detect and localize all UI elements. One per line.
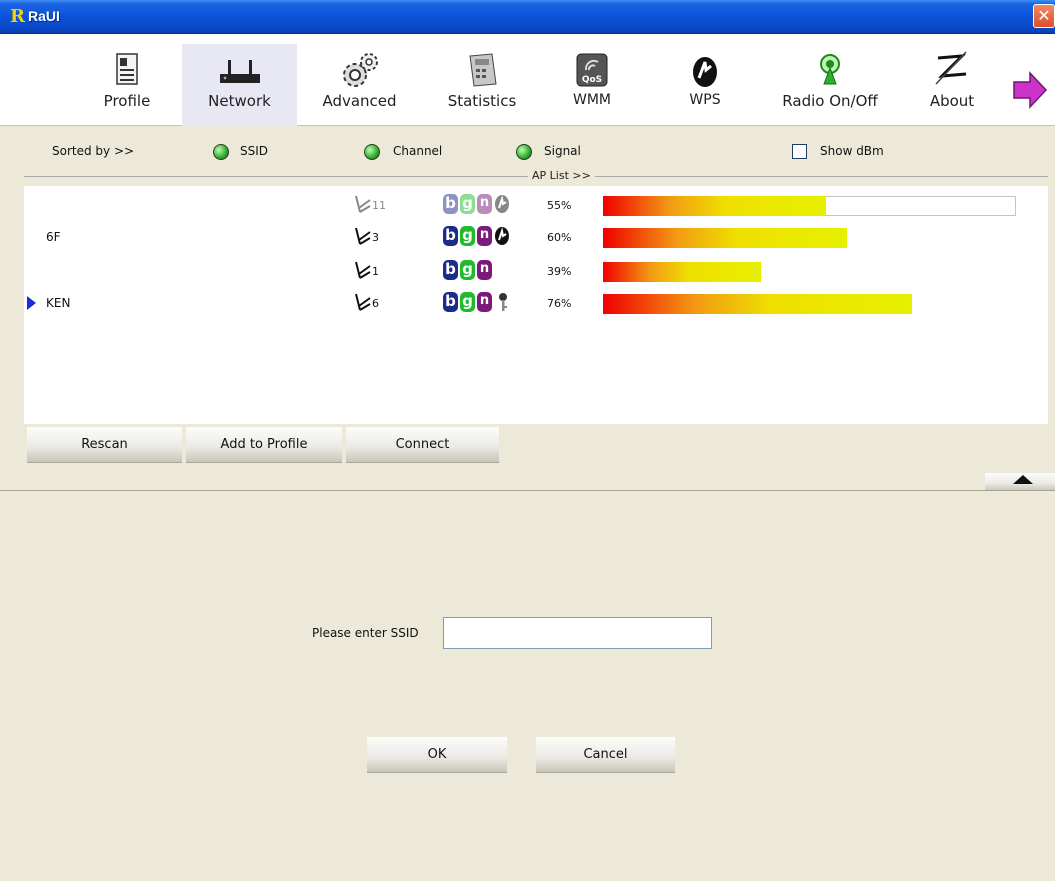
ap-channel: 1 (372, 265, 379, 278)
about-icon (935, 51, 967, 85)
collapse-button[interactable] (985, 473, 1055, 491)
arrow-right-icon[interactable] (1010, 70, 1050, 110)
network-icon (219, 60, 260, 83)
wps-icon (495, 195, 509, 213)
ssid-input[interactable] (443, 617, 712, 649)
add-to-profile-button[interactable]: Add to Profile (186, 427, 342, 463)
mode-b-badge: b (443, 260, 458, 280)
ap-signal-text: 55% (547, 199, 572, 212)
signal-bar (603, 228, 1016, 248)
sort-signal-label: Signal (544, 144, 581, 158)
show-dbm-checkbox[interactable] (792, 144, 807, 159)
ap-ssid: KEN (46, 296, 71, 310)
calculator-icon (469, 53, 497, 87)
svg-text:QoS: QoS (582, 75, 602, 85)
mode-n-badge: n (477, 226, 492, 246)
tab-label: Profile (103, 92, 151, 110)
mode-g-badge: g (460, 292, 475, 312)
ap-row[interactable]: 6F 3 b g n 60% (24, 222, 1048, 250)
tab-about[interactable]: About (912, 44, 992, 126)
window-title: RaUI (28, 8, 60, 24)
channel-icon (355, 261, 371, 279)
sort-ssid-label: SSID (240, 144, 269, 158)
radio-icon (820, 54, 840, 85)
sorted-by-label: Sorted by >> (52, 144, 135, 158)
signal-bar-fill (603, 294, 912, 314)
connect-button[interactable]: Connect (346, 427, 499, 463)
qos-icon: QoS (576, 53, 608, 87)
title-bar: R RaUI ✕ (0, 0, 1055, 34)
sort-ssid-radio[interactable] (213, 144, 229, 160)
ap-signal-text: 39% (547, 265, 572, 278)
rescan-button[interactable]: Rescan (27, 427, 182, 463)
tab-advanced[interactable]: Advanced (297, 44, 422, 126)
mode-b-badge: b (443, 226, 458, 246)
tab-label: Advanced (322, 92, 397, 110)
tab-label: Statistics (447, 92, 517, 110)
ap-list[interactable]: 11 b g n 55% 6F 3 b g n 60% 1 b g n 39% (24, 186, 1048, 424)
signal-bar-fill (603, 228, 847, 248)
tab-wmm[interactable]: QoS WMM (542, 44, 642, 126)
channel-icon (355, 293, 371, 311)
mode-g-badge: g (460, 226, 475, 246)
sort-channel-radio[interactable] (364, 144, 380, 160)
tab-network[interactable]: Network (182, 44, 297, 126)
tab-wps[interactable]: WPS (660, 44, 750, 126)
tab-statistics[interactable]: Statistics (422, 44, 542, 126)
gears-icon (342, 53, 378, 87)
toolbar: Profile Network Advanced Statistics QoS … (0, 34, 1055, 126)
profile-icon (116, 53, 138, 85)
ap-row[interactable]: KEN 6 b g n 76% (24, 288, 1048, 316)
signal-bar-fill (603, 196, 826, 216)
ap-channel: 11 (372, 199, 386, 212)
signal-bar (603, 196, 1016, 216)
ap-signal-text: 60% (547, 231, 572, 244)
tab-label: WPS (689, 92, 721, 108)
mode-n-badge: n (477, 260, 492, 280)
tab-label: Network (208, 92, 271, 110)
mode-n-badge: n (477, 292, 492, 312)
wps-icon (693, 57, 717, 87)
ap-ssid: 6F (46, 230, 61, 244)
ap-list-label: AP List >> (528, 169, 595, 182)
ssid-prompt-label: Please enter SSID (312, 626, 419, 640)
close-button[interactable]: ✕ (1033, 4, 1055, 28)
tab-label: About (929, 92, 975, 110)
sort-signal-radio[interactable] (516, 144, 532, 160)
tab-radio-on-off[interactable]: Radio On/Off (762, 44, 898, 126)
ap-channel: 6 (372, 297, 379, 310)
app-logo: R (10, 6, 25, 27)
ap-signal-text: 76% (547, 297, 572, 310)
tab-label: Radio On/Off (782, 92, 878, 110)
cancel-button[interactable]: Cancel (536, 737, 675, 773)
ap-channel: 3 (372, 231, 379, 244)
tab-profile[interactable]: Profile (72, 44, 182, 126)
channel-icon (355, 227, 371, 245)
wps-icon (495, 227, 509, 245)
signal-bar-fill (603, 262, 761, 282)
key-icon (499, 293, 507, 311)
show-dbm-label: Show dBm (820, 144, 884, 158)
selected-arrow-icon (27, 296, 36, 310)
mode-g-badge: g (460, 260, 475, 280)
sort-bar: Sorted by >> SSID Channel Signal Show dB… (0, 138, 1055, 168)
channel-icon (355, 195, 371, 213)
arrow-up-icon (1013, 475, 1033, 484)
mode-g-badge: g (460, 194, 475, 214)
mode-b-badge: b (443, 194, 458, 214)
ap-row[interactable]: 1 b g n 39% (24, 256, 1048, 284)
ap-row[interactable]: 11 b g n 55% (24, 190, 1048, 218)
tab-label: WMM (572, 92, 611, 108)
signal-bar (603, 294, 1016, 314)
ok-button[interactable]: OK (367, 737, 507, 773)
signal-bar (603, 262, 1016, 282)
sort-channel-label: Channel (393, 144, 443, 158)
mode-n-badge: n (477, 194, 492, 214)
mode-b-badge: b (443, 292, 458, 312)
panel-divider (0, 490, 1055, 491)
